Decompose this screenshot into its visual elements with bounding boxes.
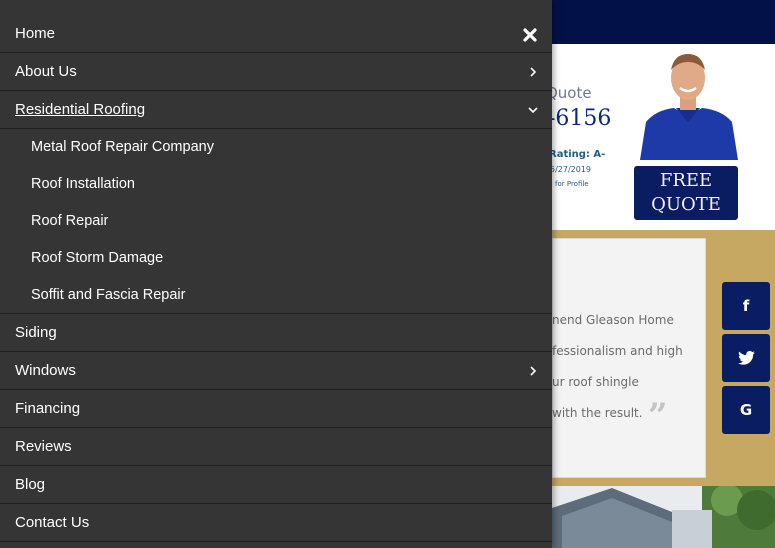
menu-item-windows[interactable]: Windows bbox=[0, 352, 552, 390]
menu-item-label: Siding bbox=[15, 324, 57, 341]
rating-date: 5/27/2019 bbox=[550, 165, 592, 174]
chevron-down-icon[interactable] bbox=[526, 103, 540, 117]
review-text-line: with the result. bbox=[552, 406, 643, 420]
menu-item-label: About Us bbox=[15, 63, 77, 80]
submenu-item-metal-roof-repair[interactable]: Metal Roof Repair Company bbox=[0, 129, 552, 166]
menu-item-reviews[interactable]: Reviews bbox=[0, 428, 552, 466]
twitter-bird-icon bbox=[737, 351, 755, 365]
submenu-item-label: Roof Installation bbox=[31, 176, 135, 192]
menu-item-home[interactable]: Home bbox=[0, 15, 552, 53]
mobile-nav-menu: Home About Us Residential Roofing Metal … bbox=[0, 0, 552, 548]
submenu-item-roof-storm-damage[interactable]: Roof Storm Damage bbox=[0, 240, 552, 277]
google-icon[interactable]: G bbox=[722, 386, 770, 434]
quote-mark-icon: ” bbox=[648, 396, 668, 436]
menu-item-contact-us[interactable]: Contact Us bbox=[0, 504, 552, 542]
review-text-line: fessionalism and high bbox=[552, 344, 683, 358]
chevron-right-icon[interactable] bbox=[526, 65, 540, 79]
menu-item-residential-roofing[interactable]: Residential Roofing bbox=[0, 91, 552, 129]
menu-item-label: Contact Us bbox=[15, 514, 90, 531]
submenu-item-label: Metal Roof Repair Company bbox=[31, 139, 214, 155]
menu-item-label: Windows bbox=[15, 362, 76, 379]
house-photo bbox=[552, 486, 775, 548]
bbb-rating: Rating: A- bbox=[549, 149, 606, 160]
menu-item-siding[interactable]: Siding bbox=[0, 314, 552, 352]
menu-item-label: Home bbox=[15, 25, 56, 42]
chevron-right-icon[interactable] bbox=[526, 364, 540, 378]
menu-item-label: Residential Roofing bbox=[15, 101, 146, 118]
free-quote-button[interactable]: FREE QUOTE bbox=[634, 166, 738, 220]
menu-item-financing[interactable]: Financing bbox=[0, 390, 552, 428]
person-photo bbox=[636, 50, 740, 160]
menu-item-about-us[interactable]: About Us bbox=[0, 53, 552, 91]
submenu-item-label: Soffit and Fascia Repair bbox=[31, 287, 186, 303]
submenu-item-roof-repair[interactable]: Roof Repair bbox=[0, 203, 552, 240]
review-text-line: nend Gleason Home bbox=[552, 313, 674, 327]
testimonial-card bbox=[552, 238, 706, 478]
submenu-item-soffit-fascia-repair[interactable]: Soffit and Fascia Repair bbox=[0, 277, 552, 314]
facebook-icon[interactable]: f bbox=[722, 282, 770, 330]
close-icon[interactable] bbox=[522, 27, 538, 43]
submenu-item-roof-installation[interactable]: Roof Installation bbox=[0, 166, 552, 203]
twitter-icon[interactable] bbox=[722, 334, 770, 382]
review-text-line: ur roof shingle bbox=[552, 375, 639, 389]
menu-item-blog[interactable]: Blog bbox=[0, 466, 552, 504]
profile-link[interactable]: for Profile bbox=[555, 180, 589, 188]
menu-item-label: Financing bbox=[15, 400, 81, 417]
submenu-item-label: Roof Repair bbox=[31, 213, 109, 229]
menu-item-label: Blog bbox=[15, 476, 46, 493]
submenu-item-label: Roof Storm Damage bbox=[31, 250, 164, 266]
menu-item-label: Reviews bbox=[15, 438, 72, 455]
